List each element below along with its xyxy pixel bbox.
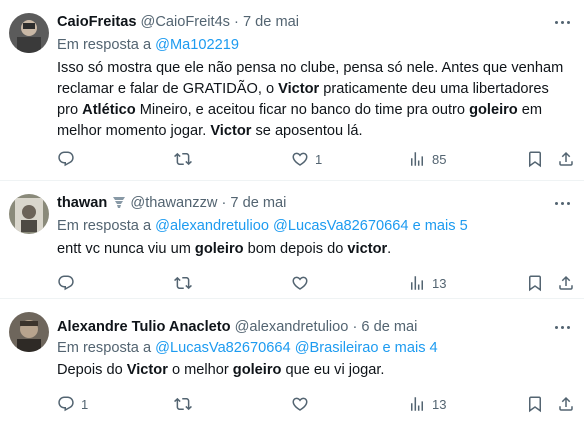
views-count: 13 (432, 275, 447, 291)
mention-link[interactable]: @alexandretulioo (155, 218, 269, 234)
retweet-icon (174, 397, 192, 411)
views-icon (411, 152, 423, 166)
like-icon (292, 397, 308, 411)
author-name[interactable]: CaioFreitas (57, 14, 136, 30)
views-icon (411, 276, 423, 290)
tweet-date[interactable]: 6 de mai (361, 319, 417, 335)
reply-prefix: Em resposta a (57, 218, 152, 234)
share-icon (559, 151, 573, 166)
retweet-icon (174, 276, 192, 290)
reply-count: 1 (81, 396, 89, 412)
tweet-actions: 1 85 (57, 149, 577, 169)
views-button[interactable]: 13 (408, 394, 446, 414)
share-icon (559, 275, 573, 290)
like-button[interactable]: 1 (291, 149, 322, 169)
tornado-emoji-icon (113, 197, 126, 208)
retweet-button[interactable] (174, 149, 198, 169)
views-icon (411, 397, 423, 411)
reply-icon (58, 275, 74, 291)
bookmark-button[interactable] (526, 273, 544, 293)
share-icon (559, 396, 573, 411)
bookmark-icon (529, 151, 541, 168)
tweet-date[interactable]: 7 de mai (243, 14, 299, 30)
tweet-date[interactable]: 7 de mai (230, 195, 286, 211)
retweet-button[interactable] (174, 273, 198, 293)
views-button[interactable]: 85 (408, 149, 446, 169)
reply-icon (58, 151, 74, 167)
tweet-header: Alexandre Tulio Anacleto @alexandretulio… (57, 318, 417, 336)
tweet-text: Isso só mostra que ele não pensa no club… (57, 60, 564, 139)
reply-context: Em resposta a @alexandretulioo @LucasVa8… (57, 217, 468, 235)
mention-link[interactable]: @LucasVa82670664 (273, 218, 408, 234)
tweet-actions: 1 13 (57, 394, 577, 414)
author-handle[interactable]: @alexandretulioo (235, 319, 349, 335)
reply-button[interactable] (57, 273, 81, 293)
like-icon (292, 152, 308, 166)
separator: · (352, 319, 358, 335)
author-handle[interactable]: @thawanzzw (130, 195, 217, 211)
retweet-button[interactable] (174, 394, 198, 414)
like-count: 1 (315, 151, 323, 167)
mention-link[interactable]: @Brasileirao (295, 340, 379, 356)
bookmark-icon (529, 275, 541, 292)
tweet-text: Depois do Victor o melhor goleiro que eu… (57, 362, 385, 378)
more-icon[interactable] (554, 13, 572, 31)
more-icon[interactable] (554, 194, 572, 212)
tweet[interactable]: CaioFreitas @CaioFreit4s · 7 de mai Em r… (0, 0, 584, 181)
share-button[interactable] (557, 149, 575, 169)
reply-icon (58, 396, 74, 412)
reply-context: Em resposta a @Ma102219 (57, 36, 239, 54)
separator: · (221, 195, 227, 211)
like-button[interactable] (291, 273, 315, 293)
views-count: 85 (432, 151, 447, 167)
bookmark-button[interactable] (526, 149, 544, 169)
author-name[interactable]: thawan (57, 195, 107, 211)
tweet-header: CaioFreitas @CaioFreit4s · 7 de mai (57, 13, 299, 31)
separator: · (234, 14, 239, 30)
like-button[interactable] (291, 394, 315, 414)
reply-context: Em resposta a @LucasVa82670664 @Brasilei… (57, 339, 438, 357)
more-mentions-link[interactable]: e mais 4 (383, 340, 438, 356)
avatar[interactable] (9, 312, 49, 352)
like-icon (292, 276, 308, 290)
tweet-actions: 13 (57, 273, 577, 293)
reply-prefix: Em resposta a (57, 340, 152, 356)
tweet-header: thawan @thawanzzw · 7 de mai (57, 194, 286, 212)
avatar[interactable] (9, 13, 49, 53)
mention-link[interactable]: @LucasVa82670664 (155, 340, 290, 356)
bookmark-button[interactable] (526, 394, 544, 414)
more-mentions-link[interactable]: e mais 5 (413, 218, 468, 234)
retweet-icon (174, 152, 192, 166)
share-button[interactable] (557, 394, 575, 414)
mention-link[interactable]: @Ma102219 (155, 37, 239, 53)
avatar[interactable] (9, 194, 49, 234)
tweet-text: entt vc nunca viu um goleiro bom depois … (57, 241, 392, 257)
author-name[interactable]: Alexandre Tulio Anacleto (57, 319, 231, 335)
more-icon[interactable] (554, 318, 572, 336)
share-button[interactable] (557, 273, 575, 293)
views-count: 13 (432, 396, 447, 412)
reply-prefix: Em resposta a (57, 37, 152, 53)
tweet[interactable]: Alexandre Tulio Anacleto @alexandretulio… (0, 299, 584, 427)
views-button[interactable]: 13 (408, 273, 446, 293)
author-handle[interactable]: @CaioFreit4s (141, 14, 230, 30)
tweet[interactable]: thawan @thawanzzw · 7 de mai Em resposta… (0, 181, 584, 299)
reply-button[interactable] (57, 149, 81, 169)
bookmark-icon (529, 396, 541, 413)
reply-button[interactable]: 1 (57, 394, 88, 414)
